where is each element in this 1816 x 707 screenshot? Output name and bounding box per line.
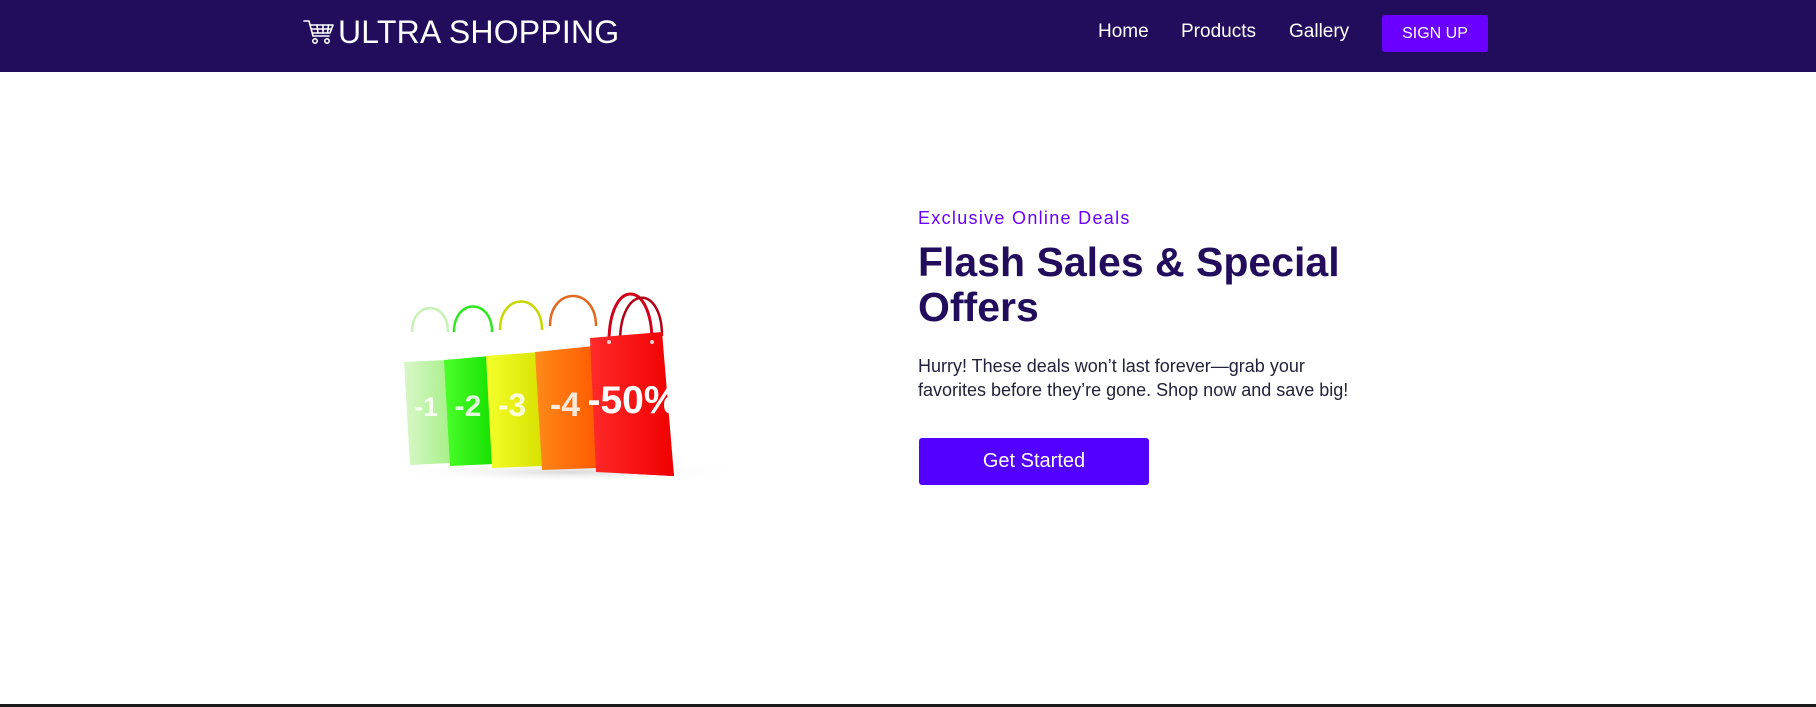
hero-description: Hurry! These deals won’t last forever—gr… [918, 356, 1349, 400]
bag-label-3: -3 [498, 387, 526, 423]
bag-label-5: -50% [587, 379, 678, 422]
bag-5: -50% [587, 292, 679, 476]
signup-button[interactable]: SIGN UP [1382, 15, 1488, 52]
nav-products-link[interactable]: Products [1181, 20, 1256, 44]
nav-gallery-link[interactable]: Gallery [1289, 20, 1349, 44]
get-started-button[interactable]: Get Started [919, 438, 1149, 485]
discount-bags-image: -1 -2 -3 -4 -50% [395, 292, 740, 482]
navbar: ULTRA SHOPPING Home Products Gallery SIG… [0, 0, 1816, 72]
shopping-cart-icon [303, 20, 334, 44]
bag-2: -2 [444, 305, 494, 466]
bag-3: -3 [486, 300, 544, 468]
bag-label-4: -4 [550, 386, 580, 424]
brand-logo[interactable]: ULTRA SHOPPING [303, 14, 619, 50]
bag-label-2: -2 [455, 390, 482, 423]
bag-label-1: -1 [414, 392, 438, 422]
nav-home-link[interactable]: Home [1098, 20, 1149, 44]
hero-title: Flash Sales & Special Offers [918, 239, 1340, 330]
bag-1: -1 [404, 306, 450, 465]
brand-name: ULTRA SHOPPING [338, 14, 620, 50]
hero-eyebrow: Exclusive Online Deals [918, 208, 1131, 228]
